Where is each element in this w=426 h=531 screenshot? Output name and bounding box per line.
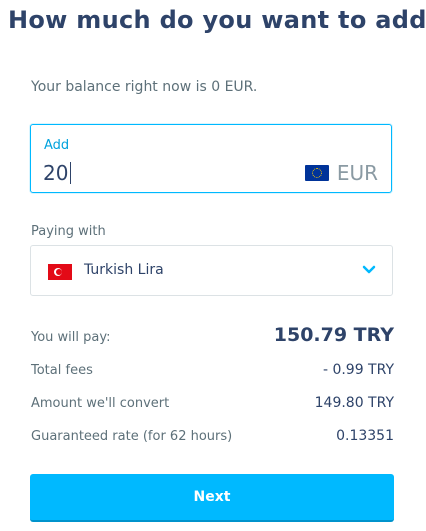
amount-input-field[interactable]: Add 20 EUR <box>30 124 392 193</box>
chevron-down-icon[interactable] <box>362 263 376 277</box>
amount-convert-row: Amount we'll convert 149.80 TRY <box>31 395 394 411</box>
next-button[interactable]: Next <box>30 474 394 522</box>
amount-convert-value: 149.80 TRY <box>314 395 394 411</box>
total-fees-value: - 0.99 TRY <box>322 362 394 378</box>
you-will-pay-value: 150.79 TRY <box>273 324 394 346</box>
balance-text: Your balance right now is 0 EUR. <box>31 79 258 95</box>
amount-convert-label: Amount we'll convert <box>31 396 170 411</box>
text-caret <box>70 162 72 184</box>
amount-value[interactable]: 20 <box>43 161 68 185</box>
total-fees-row: Total fees - 0.99 TRY <box>31 362 394 378</box>
guaranteed-rate-label: Guaranteed rate (for 62 hours) <box>31 429 233 444</box>
total-fees-label: Total fees <box>31 363 93 378</box>
you-will-pay-label: You will pay: <box>31 330 111 345</box>
paying-with-select[interactable]: Turkish Lira <box>30 245 393 296</box>
eu-flag-icon <box>304 165 329 181</box>
guaranteed-rate-value: 0.13351 <box>336 428 394 444</box>
currency-code: EUR <box>336 161 378 185</box>
amount-input[interactable]: 20 <box>43 161 72 185</box>
currency-selector[interactable]: EUR <box>304 161 378 185</box>
guaranteed-rate-row: Guaranteed rate (for 62 hours) 0.13351 <box>31 428 394 444</box>
paying-with-value: Turkish Lira <box>84 262 164 278</box>
amount-label: Add <box>44 138 70 153</box>
you-will-pay-row: You will pay: 150.79 TRY <box>31 324 394 346</box>
paying-with-label: Paying with <box>31 224 106 239</box>
page-title: How much do you want to add? <box>8 6 426 34</box>
turkey-flag-icon <box>48 264 72 280</box>
